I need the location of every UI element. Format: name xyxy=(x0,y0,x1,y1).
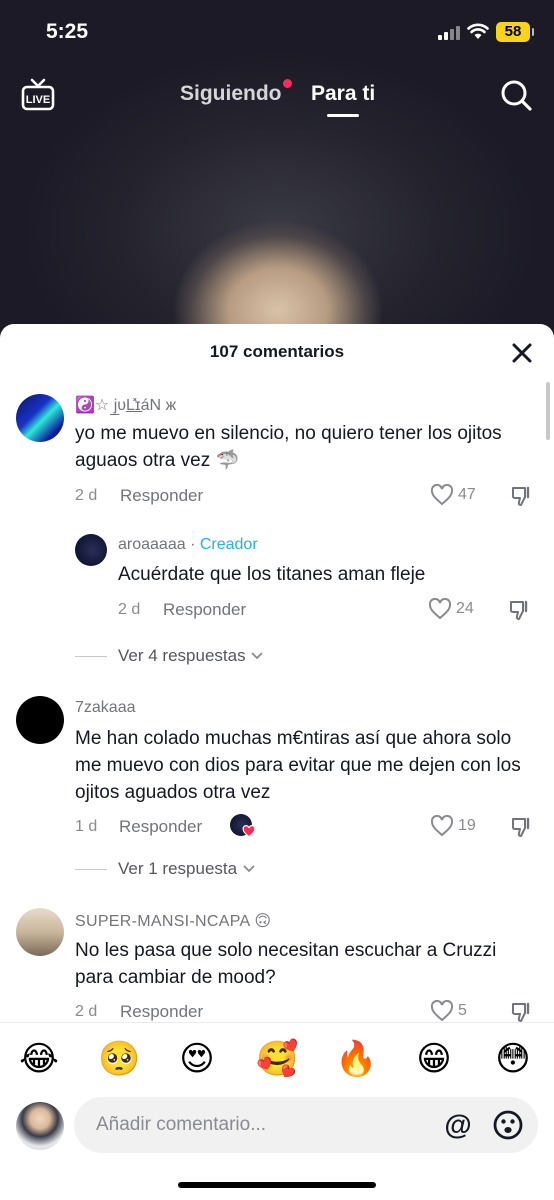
reply-button[interactable]: Responder xyxy=(119,817,202,837)
emoji-fire[interactable]: 🔥 xyxy=(335,1039,377,1079)
comment-text: yo me muevo en silencio, no quiero tener… xyxy=(75,423,502,471)
tab-for-you[interactable]: Para ti xyxy=(311,82,375,106)
reply-username-line: aroaaaaa · Creador xyxy=(118,536,258,554)
comment-age: 2 d xyxy=(75,487,98,504)
emoji-smiling-hearts[interactable]: 🥰 xyxy=(256,1039,298,1079)
notification-dot xyxy=(283,79,292,88)
battery-indicator: 58 xyxy=(496,22,534,42)
like-count: 24 xyxy=(456,600,474,617)
heart-icon xyxy=(430,815,454,837)
comment-text: Me han colado muchas m€ntiras así que ah… xyxy=(75,728,521,803)
emoji-pleading[interactable]: 🥺 xyxy=(98,1039,140,1079)
reply-age: 2 d xyxy=(118,601,141,618)
comment-input[interactable]: Añadir comentario... @ xyxy=(74,1097,538,1153)
active-tab-indicator xyxy=(327,114,359,117)
comment-username[interactable]: 7zakaaa xyxy=(75,699,136,717)
like-count: 5 xyxy=(458,1002,467,1019)
cellular-signal-icon xyxy=(438,26,460,40)
comment-username[interactable]: SUPER-MANSI-NCAPA 🙃 xyxy=(75,911,271,931)
like-count: 47 xyxy=(458,486,476,503)
chevron-down-icon xyxy=(251,652,263,660)
comment-age: 2 d xyxy=(75,1003,98,1020)
comment-age: 1 d xyxy=(75,818,98,835)
comment-username[interactable]: ☯️☆ j̲υL̲̽ɪ̲áN ж xyxy=(75,395,176,415)
user-avatar xyxy=(16,1102,64,1150)
comment-item: SUPER-MANSI-NCAPA 🙃 No les pasa que solo… xyxy=(0,906,554,1026)
heart-icon xyxy=(428,598,452,620)
comment-input-placeholder: Añadir comentario... xyxy=(96,1114,267,1135)
mention-button[interactable]: @ xyxy=(442,1108,474,1142)
heart-icon xyxy=(242,825,256,838)
reply-text: Acuérdate que los titanes aman fleje xyxy=(118,564,426,585)
reply-username[interactable]: aroaaaaa xyxy=(118,536,186,553)
like-button[interactable]: 5 xyxy=(430,1000,490,1024)
reply-button[interactable]: Responder xyxy=(120,486,203,506)
view-replies-label: Ver 1 respuesta xyxy=(118,859,238,878)
dislike-icon[interactable] xyxy=(510,815,534,839)
heart-icon xyxy=(430,484,454,506)
creator-tag: Creador xyxy=(199,536,258,553)
view-replies-button[interactable]: Ver 1 respuesta xyxy=(118,859,256,879)
like-button[interactable]: 19 xyxy=(430,815,490,839)
like-count: 19 xyxy=(458,817,476,834)
emoji-picker-icon[interactable] xyxy=(492,1109,524,1141)
like-button[interactable]: 47 xyxy=(430,484,490,508)
emoji-grin[interactable]: 😁 xyxy=(414,1039,454,1079)
status-bar: 5:25 58 xyxy=(0,0,554,66)
emoji-flushed[interactable]: 😳 xyxy=(493,1039,533,1079)
emoji-tears-of-joy[interactable]: 😂 xyxy=(19,1039,59,1079)
divider xyxy=(75,869,107,870)
top-navigation: LIVE Siguiendo Para ti xyxy=(0,70,554,120)
close-icon[interactable] xyxy=(508,339,536,367)
comment-item: ☯️☆ j̲υL̲̽ɪ̲áN ж yo me muevo en silencio… xyxy=(0,390,554,690)
chevron-down-icon xyxy=(243,865,255,873)
emoji-quick-bar: 😂 🥺 😍 🥰 🔥 😁 😳 xyxy=(0,1022,554,1094)
status-time: 5:25 xyxy=(46,20,89,43)
reply-button[interactable]: Responder xyxy=(163,600,246,620)
view-replies-button[interactable]: Ver 4 respuestas xyxy=(118,646,264,666)
heart-icon xyxy=(430,1000,454,1022)
dislike-icon[interactable] xyxy=(510,1000,534,1024)
avatar[interactable] xyxy=(75,534,107,566)
search-icon[interactable] xyxy=(499,78,533,112)
tab-following[interactable]: Siguiendo xyxy=(180,82,282,106)
divider xyxy=(75,656,107,657)
view-replies-label: Ver 4 respuestas xyxy=(118,646,246,665)
reply-button[interactable]: Responder xyxy=(120,1002,203,1022)
emoji-heart-eyes[interactable]: 😍 xyxy=(177,1039,217,1079)
comment-item: 7zakaaa Me han colado muchas m€ntiras as… xyxy=(0,694,554,894)
avatar[interactable] xyxy=(16,908,64,956)
comments-count-title: 107 comentarios xyxy=(209,342,345,361)
live-icon[interactable]: LIVE xyxy=(20,78,56,112)
comment-text: No les pasa que solo necesitan escuchar … xyxy=(75,940,497,988)
wifi-icon xyxy=(467,23,489,39)
dislike-icon[interactable] xyxy=(508,598,532,622)
avatar[interactable] xyxy=(16,696,64,744)
avatar[interactable] xyxy=(16,394,64,442)
separator: · xyxy=(185,536,200,553)
like-button[interactable]: 24 xyxy=(428,598,488,622)
home-indicator xyxy=(178,1182,376,1188)
live-label: LIVE xyxy=(26,94,50,106)
dislike-icon[interactable] xyxy=(510,484,534,508)
comment-composer: Añadir comentario... @ xyxy=(0,1094,554,1200)
